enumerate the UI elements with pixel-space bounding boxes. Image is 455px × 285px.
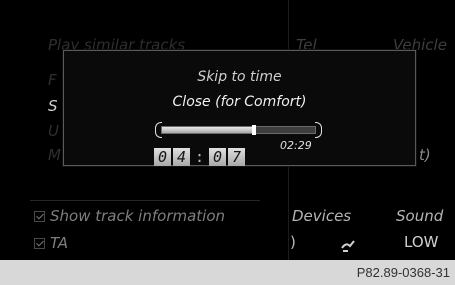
minutes-ones-digit[interactable]: 4 (173, 148, 190, 166)
progress-handle[interactable] (251, 125, 256, 135)
partial-label: t) (419, 146, 431, 164)
progress-fill (162, 127, 254, 133)
menu-item-u[interactable]: U (48, 122, 59, 140)
menu-item-label: Devices (292, 207, 352, 225)
sound-setting-icon[interactable] (340, 238, 356, 254)
option-show-track-information[interactable]: Show track information (34, 207, 225, 225)
menu-divider (30, 200, 260, 201)
menu-item-label: F (48, 71, 57, 89)
time-progress-bar[interactable] (155, 122, 322, 138)
time-entry[interactable]: 0 4 : 0 7 (154, 147, 247, 167)
option-label: TA (50, 234, 69, 252)
time-separator: : (195, 148, 205, 166)
menu-item-devices[interactable]: Devices (292, 207, 351, 225)
figure-caption-bar: P82.89-0368-31 (0, 260, 455, 285)
menu-item-sound[interactable]: Sound (396, 207, 443, 225)
option-ta[interactable]: TA (34, 234, 68, 252)
menu-item-m[interactable]: M (48, 146, 61, 164)
menu-item-label: Sound (396, 207, 444, 225)
menu-item-label: M (48, 146, 61, 164)
partial-bracket-icon: ) (290, 233, 296, 251)
seconds-ones-digit[interactable]: 7 (228, 148, 246, 166)
figure-id: P82.89-0368-31 (356, 265, 450, 280)
checkbox-checked-icon (34, 238, 45, 249)
menu-item-f[interactable]: F (48, 71, 57, 89)
menu-item-s[interactable]: S (48, 97, 58, 115)
menu-item-label: U (48, 122, 59, 140)
progress-right-bracket (315, 122, 322, 138)
elapsed-time: 02:29 (280, 139, 312, 152)
minutes-tens-digit[interactable]: 0 (154, 148, 171, 166)
dialog-title: Skip to time (197, 69, 282, 85)
skip-to-time-dialog: Skip to time Close (for Comfort) 02:29 0… (63, 50, 416, 166)
option-label: Show track information (50, 207, 226, 225)
track-name: Close (for Comfort) (172, 94, 307, 110)
head-unit-screen: Play similar tracks F S U M Tel Vehicle … (0, 0, 455, 260)
level-label: LOW (404, 233, 439, 251)
checkbox-checked-icon (34, 211, 45, 222)
sound-level-value: LOW (404, 233, 438, 251)
menu-item-label: S (48, 97, 58, 115)
partial-text: t) (419, 146, 431, 164)
seconds-tens-digit[interactable]: 0 (209, 148, 227, 166)
progress-track (161, 125, 316, 135)
